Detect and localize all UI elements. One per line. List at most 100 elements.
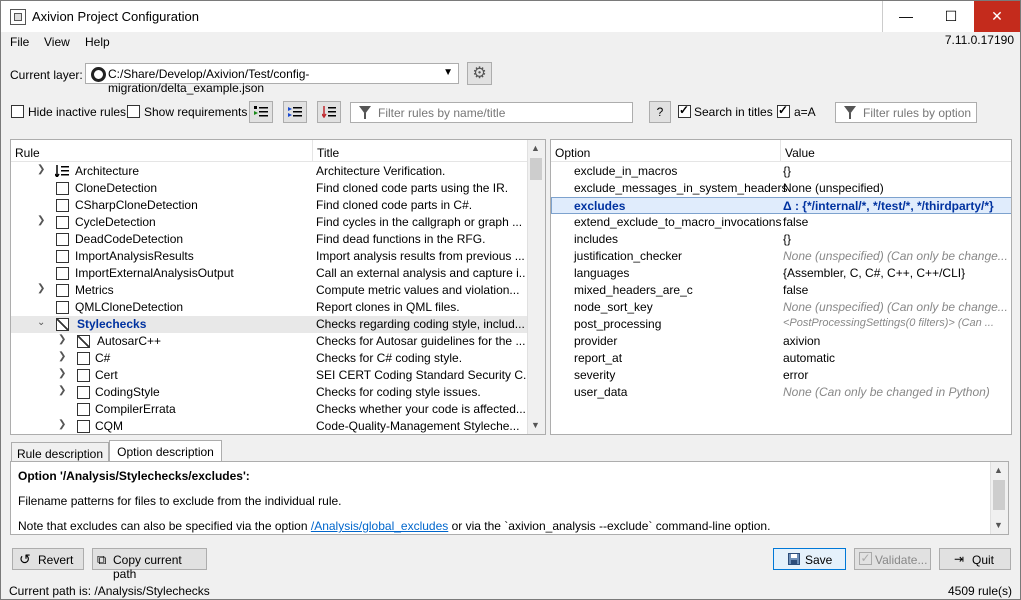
option-column-header[interactable]: Option xyxy=(551,140,781,162)
option-row[interactable]: severity error xyxy=(551,367,1011,384)
description-scrollbar[interactable]: ▲ ▼ xyxy=(990,462,1008,534)
rule-checkbox[interactable] xyxy=(56,216,69,229)
chevron-right-icon[interactable]: ❯ xyxy=(37,164,45,175)
rule-row[interactable]: ❯ AutosarC++ Checks for Autosar guidelin… xyxy=(11,333,529,350)
value-column-header[interactable]: Value xyxy=(781,140,1011,162)
collapse-all-button[interactable] xyxy=(283,101,307,123)
rule-checkbox[interactable] xyxy=(56,233,69,246)
option-row[interactable]: languages {Assembler, C, C#, C++, C++/CLI… xyxy=(551,265,1011,282)
rule-row[interactable]: CSharpCloneDetection Find cloned code pa… xyxy=(11,197,529,214)
scroll-thumb[interactable] xyxy=(530,158,542,180)
scroll-thumb[interactable] xyxy=(993,480,1005,510)
close-button[interactable]: ✕ xyxy=(974,1,1020,32)
option-filter-input[interactable]: Filter rules by option xyxy=(835,102,977,123)
search-in-titles-checkbox[interactable] xyxy=(678,103,691,118)
option-row[interactable]: provider axivion xyxy=(551,333,1011,350)
rule-row[interactable]: CloneDetection Find cloned code parts us… xyxy=(11,180,529,197)
copy-path-button[interactable]: ⧉ Copy current path xyxy=(92,548,207,581)
app-icon xyxy=(10,9,26,25)
rule-checkbox[interactable] xyxy=(56,318,69,331)
chevron-right-icon[interactable]: ❯ xyxy=(37,283,45,294)
rule-checkbox[interactable] xyxy=(77,369,90,382)
current-layer-select[interactable]: C:/Share/Develop/Axivion/Test/config-mig… xyxy=(85,63,459,95)
description-heading: Option '/Analysis/Stylechecks/excludes': xyxy=(18,469,250,483)
rule-row[interactable]: ❯ CycleDetection Find cycles in the call… xyxy=(11,214,529,231)
option-row[interactable]: report_at automatic xyxy=(551,350,1011,367)
chevron-right-icon[interactable]: ❯ xyxy=(58,385,66,396)
rule-row[interactable]: CompilerErrata Checks whether your code … xyxy=(11,401,529,418)
rule-row[interactable]: ❯ Cert SEI CERT Coding Standard Security… xyxy=(11,367,529,384)
menu-view[interactable]: View xyxy=(44,35,70,49)
rule-checkbox[interactable] xyxy=(56,182,69,195)
rule-row[interactable]: ❯ CQM Code-Quality-Management Styleche..… xyxy=(11,418,529,434)
filter-help-button[interactable]: ? xyxy=(649,101,671,123)
revert-button[interactable]: ↺ Revert xyxy=(12,548,84,570)
option-row[interactable]: justification_checker None (unspecified) … xyxy=(551,248,1011,265)
rule-checkbox[interactable] xyxy=(56,250,69,263)
tab-rule-description[interactable]: Rule description xyxy=(11,442,109,462)
chevron-right-icon[interactable]: ❯ xyxy=(37,215,45,226)
option-row[interactable]: post_processing <PostProcessingSettings(0… xyxy=(551,316,1011,333)
scroll-down-icon[interactable]: ▼ xyxy=(531,420,540,430)
option-value: axivion xyxy=(783,334,821,348)
rule-checkbox[interactable] xyxy=(77,352,90,365)
hide-inactive-checkbox[interactable] xyxy=(11,105,24,118)
minimize-button[interactable]: — xyxy=(882,1,929,32)
rule-row[interactable]: ❯ Metrics Compute metric values and viol… xyxy=(11,282,529,299)
maximize-button[interactable]: ☐ xyxy=(928,1,974,32)
rule-row[interactable]: ImportAnalysisResults Import analysis re… xyxy=(11,248,529,265)
chevron-right-icon[interactable]: ❯ xyxy=(58,368,66,379)
rule-row[interactable]: ❯ CodingStyle Checks for coding style is… xyxy=(11,384,529,401)
sort-button[interactable] xyxy=(317,101,341,123)
chevron-down-icon[interactable]: ⌄ xyxy=(37,317,45,328)
scroll-up-icon[interactable]: ▲ xyxy=(531,143,540,153)
rule-filter-input[interactable]: Filter rules by name/title xyxy=(350,102,633,123)
rule-checkbox[interactable] xyxy=(56,267,69,280)
global-excludes-link[interactable]: /Analysis/global_excludes xyxy=(311,519,448,533)
description-line: Note that excludes can also be specified… xyxy=(18,519,771,533)
rule-row[interactable]: QMLCloneDetection Report clones in QML f… xyxy=(11,299,529,316)
window-title: Axivion Project Configuration xyxy=(32,9,199,24)
rule-checkbox[interactable] xyxy=(77,386,90,399)
rule-checkbox[interactable] xyxy=(77,403,90,416)
option-row[interactable]: extend_exclude_to_macro_invocations false xyxy=(551,214,1011,231)
rule-row[interactable]: DeadCodeDetection Find dead functions in… xyxy=(11,231,529,248)
rule-checkbox[interactable] xyxy=(77,420,90,433)
option-row[interactable]: mixed_headers_are_c false xyxy=(551,282,1011,299)
option-row[interactable]: exclude_in_macros {} xyxy=(551,163,1011,180)
rule-checkbox[interactable] xyxy=(56,199,69,212)
rule-column-header[interactable]: Rule xyxy=(11,140,313,162)
menu-file[interactable]: File xyxy=(10,35,29,49)
rule-title: Checks for coding style issues. xyxy=(316,385,481,399)
menu-help[interactable]: Help xyxy=(85,35,110,49)
scroll-up-icon[interactable]: ▲ xyxy=(994,465,1003,475)
quit-button[interactable]: ⇥ Quit xyxy=(939,548,1011,570)
case-sensitive-checkbox[interactable] xyxy=(777,103,790,118)
rule-row[interactable]: ImportExternalAnalysisOutput Call an ext… xyxy=(11,265,529,282)
chevron-right-icon[interactable]: ❯ xyxy=(58,419,66,430)
chevron-right-icon[interactable]: ❯ xyxy=(58,334,66,345)
gear-icon[interactable]: ⚙ xyxy=(467,62,492,85)
option-row[interactable]: includes {} xyxy=(551,231,1011,248)
expand-all-button[interactable] xyxy=(249,101,273,123)
save-button[interactable]: Save xyxy=(773,548,846,570)
rule-row[interactable]: ❯ C# Checks for C# coding style. xyxy=(11,350,529,367)
title-column-header[interactable]: Title xyxy=(313,140,530,162)
architecture-icon xyxy=(55,165,69,177)
rule-checkbox[interactable] xyxy=(56,301,69,314)
rule-title: Find cloned code parts using the IR. xyxy=(316,181,509,195)
show-requirements-checkbox[interactable] xyxy=(127,105,140,118)
rule-row[interactable]: ❯ Architecture Architecture Verification… xyxy=(11,163,529,180)
option-row[interactable]: node_sort_key None (unspecified) (Can onl… xyxy=(551,299,1011,316)
scroll-down-icon[interactable]: ▼ xyxy=(994,520,1003,530)
chevron-right-icon[interactable]: ❯ xyxy=(58,351,66,362)
rule-row-selected[interactable]: ⌄ Stylechecks Checks regarding coding st… xyxy=(11,316,529,333)
option-row-selected[interactable]: excludes Δ : {*/internal/*, */test/*, */t… xyxy=(551,197,1011,214)
rule-checkbox[interactable] xyxy=(77,335,90,348)
validate-button[interactable]: ✓ Validate... xyxy=(854,548,931,570)
rule-checkbox[interactable] xyxy=(56,284,69,297)
option-row[interactable]: user_data None (Can only be changed in Py… xyxy=(551,384,1011,401)
tab-option-description[interactable]: Option description xyxy=(109,440,222,462)
rules-scrollbar[interactable]: ▲ ▼ xyxy=(527,140,545,434)
option-row[interactable]: exclude_messages_in_system_headers None (… xyxy=(551,180,1011,197)
